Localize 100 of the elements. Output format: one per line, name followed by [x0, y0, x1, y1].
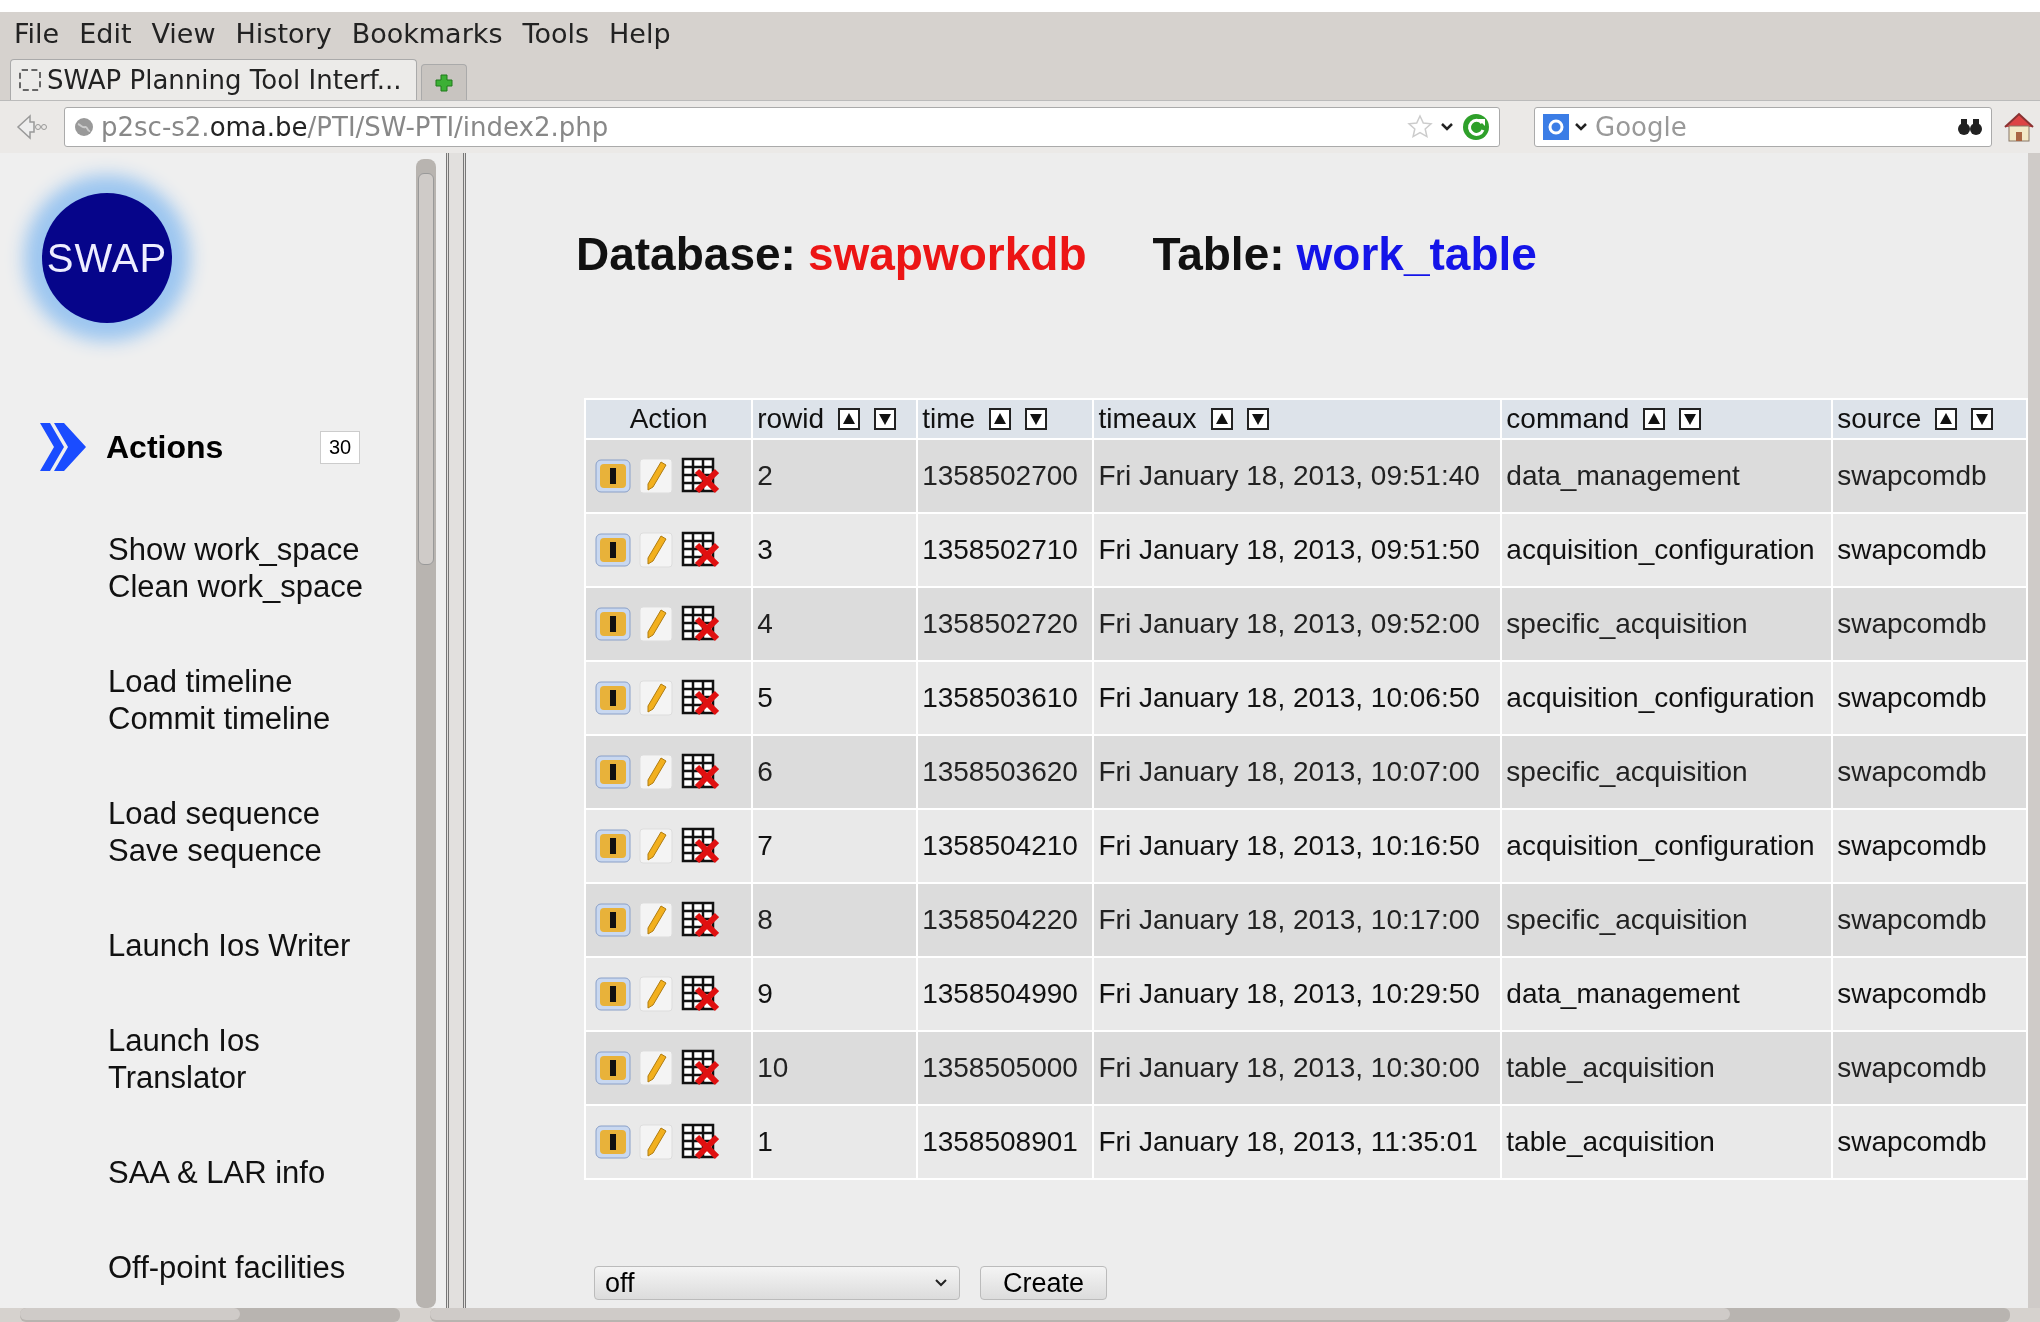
table-cell: Fri January 18, 2013, 09:51:50	[1094, 514, 1501, 586]
menu-item[interactable]: Bookmarks	[351, 18, 503, 49]
pencil-icon[interactable]	[639, 606, 673, 642]
table-cell: 1358504210	[918, 810, 1093, 882]
star-icon[interactable]	[1407, 114, 1433, 140]
dropdown[interactable]: off	[594, 1266, 960, 1300]
sidebar-link[interactable]: Load sequence	[108, 795, 416, 832]
table-cell: swapcomdb	[1833, 1106, 2026, 1178]
sort-down-icon[interactable]	[1246, 408, 1269, 430]
table-delete-icon[interactable]	[681, 457, 719, 495]
table-cell: Fri January 18, 2013, 10:17:00	[1094, 884, 1501, 956]
pencil-icon[interactable]	[639, 902, 673, 938]
table-cell: acquisition_configuration	[1502, 662, 1832, 734]
sidebar-link[interactable]: Clean work_space	[108, 568, 416, 605]
info-button-icon[interactable]	[595, 903, 631, 937]
table-cell: 3	[753, 514, 917, 586]
sort-up-icon[interactable]	[838, 408, 861, 430]
pencil-icon[interactable]	[639, 828, 673, 864]
table-cell: Fri January 18, 2013, 09:52:00	[1094, 588, 1501, 660]
new-tab-button[interactable]	[420, 64, 467, 100]
info-button-icon[interactable]	[595, 459, 631, 493]
table-delete-icon[interactable]	[681, 679, 719, 717]
table-cell: 5	[753, 662, 917, 734]
database-label: Database:	[576, 228, 796, 280]
pencil-icon[interactable]	[639, 754, 673, 790]
info-button-icon[interactable]	[595, 1125, 631, 1159]
table-cell: 1358502700	[918, 440, 1093, 512]
scrollbar[interactable]	[2028, 153, 2040, 1308]
menu-item[interactable]: Edit	[79, 18, 132, 49]
count-badge: 30	[320, 430, 361, 464]
binoculars-icon[interactable]	[1957, 117, 1983, 137]
sidebar-link[interactable]: Show work_space	[108, 531, 416, 568]
info-button-icon[interactable]	[595, 977, 631, 1011]
pencil-icon[interactable]	[639, 1124, 673, 1160]
sidebar-link[interactable]: Launch Ios Writer	[108, 927, 416, 964]
table-delete-icon[interactable]	[681, 1123, 719, 1161]
scrollbar[interactable]	[416, 159, 436, 1308]
browser-tab[interactable]: SWAP Planning Tool Interf...	[10, 59, 417, 100]
sidebar-link[interactable]: Save sequence	[108, 832, 416, 869]
home-icon[interactable]	[2002, 111, 2036, 143]
table-cell: acquisition_configuration	[1502, 810, 1832, 882]
pencil-icon[interactable]	[639, 532, 673, 568]
info-button-icon[interactable]	[595, 755, 631, 789]
sidebar-link[interactable]: Launch Ios Translator	[108, 1022, 308, 1096]
table-delete-icon[interactable]	[681, 605, 719, 643]
menu-item[interactable]: File	[14, 18, 60, 49]
info-button-icon[interactable]	[595, 533, 631, 567]
column-header: rowid	[753, 400, 917, 438]
info-button-icon[interactable]	[595, 1051, 631, 1085]
reload-icon[interactable]	[1461, 112, 1491, 142]
address-field[interactable]: p2sc-s2.oma.be/PTI/SW-PTI/index2.php	[64, 107, 1500, 147]
sort-up-icon[interactable]	[1210, 408, 1233, 430]
table-delete-icon[interactable]	[681, 901, 719, 939]
scrollbar[interactable]	[20, 1308, 400, 1322]
column-header: time	[918, 400, 1093, 438]
column-header: timeaux	[1094, 400, 1501, 438]
table-cell: 1358502720	[918, 588, 1093, 660]
menu-item[interactable]: View	[151, 18, 216, 49]
column-header: source	[1833, 400, 2026, 438]
table-delete-icon[interactable]	[681, 531, 719, 569]
table-cell: data_management	[1502, 440, 1832, 512]
info-button-icon[interactable]	[595, 681, 631, 715]
table-cell: swapcomdb	[1833, 736, 2026, 808]
table-delete-icon[interactable]	[681, 753, 719, 791]
info-button-icon[interactable]	[595, 829, 631, 863]
pencil-icon[interactable]	[639, 680, 673, 716]
menu-item[interactable]: Help	[609, 18, 671, 49]
globe-icon	[73, 116, 95, 138]
table-cell: specific_acquisition	[1502, 588, 1832, 660]
sort-up-icon[interactable]	[989, 408, 1012, 430]
table-cell: 10	[753, 1032, 917, 1104]
table-cell: 1	[753, 1106, 917, 1178]
table-cell: Fri January 18, 2013, 10:07:00	[1094, 736, 1501, 808]
sort-down-icon[interactable]	[1025, 408, 1048, 430]
table-delete-icon[interactable]	[681, 975, 719, 1013]
sidebar-link[interactable]: SAA & LAR info	[108, 1154, 416, 1191]
sidebar-link[interactable]: Load timeline	[108, 663, 416, 700]
menu-item[interactable]: History	[235, 18, 332, 49]
pencil-icon[interactable]	[639, 1050, 673, 1086]
table-cell: swapcomdb	[1833, 884, 2026, 956]
sort-down-icon[interactable]	[1679, 408, 1702, 430]
search-engine-icon[interactable]	[1543, 114, 1569, 140]
info-button-icon[interactable]	[595, 607, 631, 641]
search-field[interactable]: Google	[1534, 107, 1992, 147]
column-header: Action	[586, 400, 752, 438]
sort-up-icon[interactable]	[1935, 408, 1958, 430]
sort-down-icon[interactable]	[874, 408, 897, 430]
pencil-icon[interactable]	[639, 976, 673, 1012]
table-delete-icon[interactable]	[681, 1049, 719, 1087]
create-button[interactable]: Create	[980, 1266, 1108, 1300]
scrollbar[interactable]	[430, 1308, 2010, 1322]
table-delete-icon[interactable]	[681, 827, 719, 865]
sidebar-link[interactable]: Commit timeline	[108, 700, 416, 737]
sort-up-icon[interactable]	[1643, 408, 1666, 430]
table-cell: swapcomdb	[1833, 958, 2026, 1030]
swap-logo: SWAP	[42, 193, 172, 323]
sort-down-icon[interactable]	[1971, 408, 1994, 430]
pencil-icon[interactable]	[639, 458, 673, 494]
sidebar-link[interactable]: Off-point facilities	[108, 1249, 416, 1286]
menu-item[interactable]: Tools	[522, 18, 589, 49]
